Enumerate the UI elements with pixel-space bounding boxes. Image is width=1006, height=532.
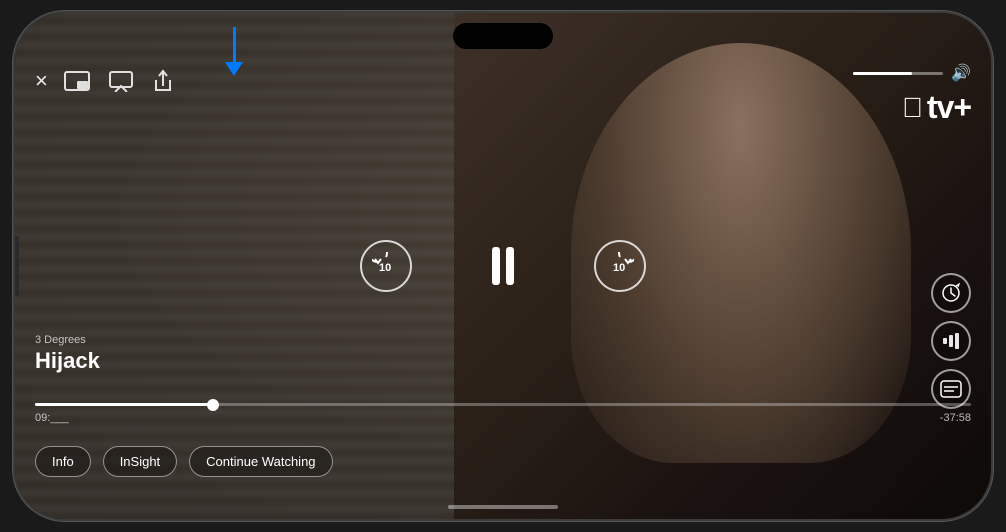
apple-icon:  — [902, 94, 923, 122]
playback-controls: 10 10 — [360, 240, 646, 292]
progress-area: 09:___ -37:58 — [35, 403, 971, 424]
pause-bar-left — [492, 247, 500, 285]
show-info: 3 Degrees Hijack — [35, 334, 100, 374]
bottom-actions: Info InSight Continue Watching — [35, 446, 333, 477]
appletv-logo:  tv+ — [902, 89, 971, 126]
show-title: Hijack — [35, 348, 100, 374]
info-button[interactable]: Info — [35, 446, 91, 477]
rewind-button[interactable]: 10 — [360, 240, 412, 292]
continue-watching-button[interactable]: Continue Watching — [189, 446, 332, 477]
time-current: 09:___ — [35, 412, 69, 424]
audio-button[interactable] — [931, 321, 971, 361]
right-actions — [931, 273, 971, 409]
insight-button[interactable]: InSight — [103, 446, 177, 477]
volume-bar — [853, 72, 943, 75]
time-row: 09:___ -37:58 — [35, 412, 971, 424]
pip-icon — [64, 71, 90, 91]
fast-forward-button[interactable]: 10 — [594, 240, 646, 292]
dynamic-island — [453, 23, 553, 49]
svg-text:10: 10 — [613, 262, 625, 274]
share-button[interactable] — [152, 68, 174, 94]
airplay-button[interactable] — [108, 70, 134, 92]
volume-row: 🔊 — [853, 63, 971, 83]
progress-fill — [35, 403, 213, 406]
home-indicator — [448, 505, 558, 509]
camera-bump — [13, 236, 19, 296]
top-controls: × — [15, 68, 991, 94]
blue-arrow-indicator — [225, 27, 243, 76]
pip-button[interactable] — [64, 71, 90, 91]
volume-icon: 🔊 — [951, 63, 971, 83]
svg-text:10: 10 — [379, 262, 391, 274]
arrow-head — [225, 62, 243, 76]
progress-dot — [207, 399, 219, 411]
playback-speed-button[interactable] — [931, 273, 971, 313]
close-button[interactable]: × — [35, 68, 48, 94]
top-icon-group — [64, 68, 174, 94]
time-remaining: -37:58 — [940, 412, 971, 424]
phone-frame: × — [13, 11, 993, 521]
progress-bar[interactable] — [35, 403, 971, 406]
pause-button[interactable] — [492, 247, 514, 285]
appletv-text: tv+ — [927, 89, 971, 126]
appletv-branding: 🔊  tv+ — [853, 63, 971, 126]
pause-bar-right — [506, 247, 514, 285]
show-subtitle: 3 Degrees — [35, 334, 100, 346]
arrow-line — [233, 27, 236, 62]
